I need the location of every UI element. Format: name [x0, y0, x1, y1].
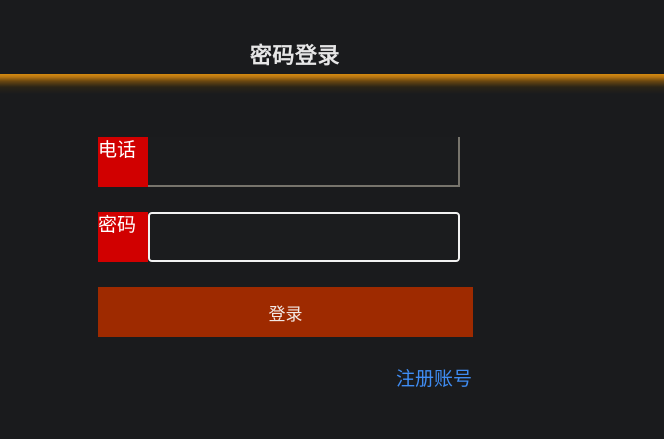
page-title: 密码登录	[249, 44, 340, 69]
login-page: 密码登录 电话 密码 登录 注册账号	[0, 0, 664, 439]
phone-label: 电话	[98, 137, 148, 187]
password-label: 密码	[98, 212, 148, 262]
login-button[interactable]: 登录	[98, 287, 473, 337]
phone-input[interactable]	[148, 137, 460, 187]
register-link[interactable]: 注册账号	[396, 364, 472, 391]
password-input[interactable]	[148, 212, 460, 262]
header-divider	[0, 74, 664, 94]
